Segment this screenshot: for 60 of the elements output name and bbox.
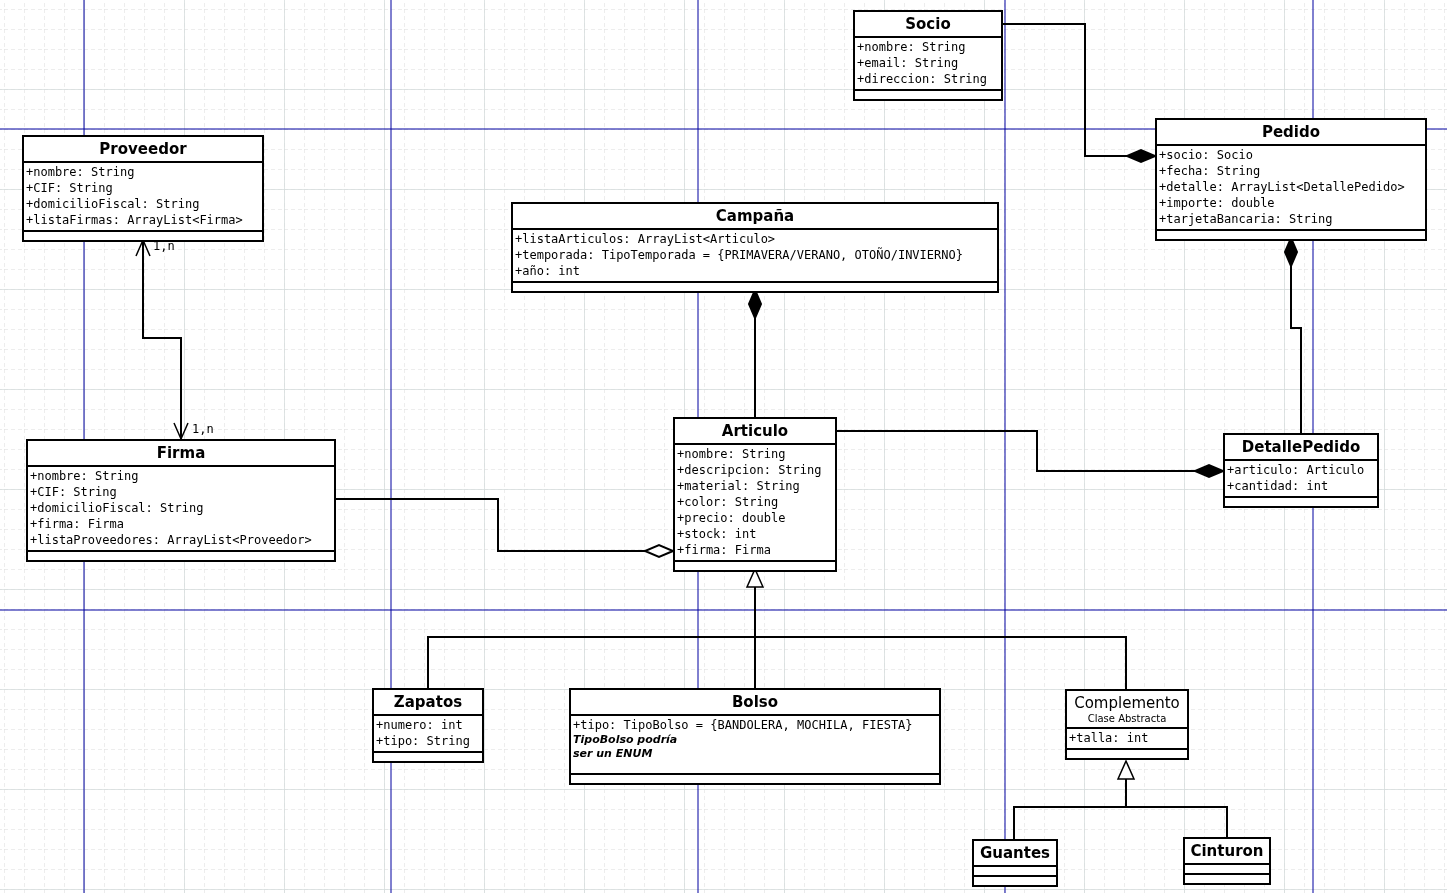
class-box[interactable]: Proveedor +nombre: String +CIF: String +domicilioFiscal: String +listaFirmas: ArrayList<Firma> — [22, 135, 264, 242]
attribute-text: +socio: Socio — [1159, 147, 1254, 163]
attribute-text: +listaArticulos: ArrayList<Articulo> — [515, 231, 777, 247]
attribute-text: +cantidad: int — [1227, 478, 1330, 494]
class-name: Bolso — [731, 692, 779, 712]
class-name: Proveedor — [99, 139, 187, 159]
attribute-text: +listaFirmas: ArrayList<Firma> — [26, 212, 244, 228]
attribute-text: +temporada: TipoTemporada = {PRIMAVERA/VERANO, OTOÑO/INVIERNO} — [515, 247, 964, 263]
class-box[interactable]: Guantes — [972, 839, 1058, 887]
class-box[interactable]: Cinturon — [1183, 837, 1271, 885]
note-text: TipoBolso podría ser un ENUM — [573, 733, 679, 761]
attribute-text: +firma: Firma — [30, 516, 125, 532]
class-name: Guantes — [979, 843, 1051, 863]
attribute-text: +año: int — [515, 263, 582, 279]
attribute-text: +talla: int — [1069, 730, 1150, 746]
class-box[interactable]: Bolso +tipo: TipoBolso = {BANDOLERA, MOCHILA, FIESTA} TipoBolso podría ser un ENUM — [569, 688, 941, 785]
class-name: Cinturon — [1190, 841, 1264, 861]
attribute-text: +numero: int — [376, 717, 464, 733]
attribute-text: +color: String — [677, 494, 780, 510]
attribute-text: +fecha: String — [1159, 163, 1262, 179]
attribute-text: +firma: Firma — [677, 542, 772, 558]
attribute-text: +articulo: Articulo — [1227, 462, 1366, 478]
attribute-text: +descripcion: String — [677, 462, 823, 478]
class-name: Pedido — [1261, 122, 1321, 142]
attribute-text: +nombre: String — [677, 446, 787, 462]
attribute-text: +importe: double — [1159, 195, 1276, 211]
class-name: Zapatos — [393, 692, 463, 712]
attribute-text: +tipo: TipoBolso = {BANDOLERA, MOCHILA, FIESTA} — [573, 717, 914, 733]
attribute-text: +listaProveedores: ArrayList<Proveedor> — [30, 532, 313, 548]
attribute-text: +precio: double — [677, 510, 787, 526]
class-name: Complemento — [1074, 693, 1180, 713]
attribute-text: +direccion: String — [857, 71, 989, 87]
class-box[interactable]: Campaña +listaArticulos: ArrayList<Articulo> +temporada: TipoTemporada = {PRIMAVERA/VERANO, OTOÑO/INVIERNO} +año: int — [511, 202, 999, 293]
attribute-text: +tarjetaBancaria: String — [1159, 211, 1334, 227]
attribute-text: +nombre: String — [30, 468, 140, 484]
class-box[interactable]: Socio +nombre: String +email: String +direccion: String — [853, 10, 1003, 101]
attribute-text: +material: String — [677, 478, 801, 494]
attribute-text: +detalle: ArrayList<DetallePedido> — [1159, 179, 1406, 195]
class-box[interactable]: Pedido +socio: Socio +fecha: String +detalle: ArrayList<DetallePedido> +importe: double +tarjetaBancaria: String — [1155, 118, 1427, 241]
attribute-text: +domicilioFiscal: String — [30, 500, 205, 516]
class-name: Socio — [905, 14, 951, 34]
attribute-text: +nombre: String — [857, 39, 967, 55]
multiplicity-label: 1,n — [192, 422, 214, 436]
class-box[interactable]: Complemento Clase Abstracta +talla: int — [1065, 689, 1189, 760]
class-name: Articulo — [721, 421, 789, 441]
class-box[interactable]: Firma +nombre: String +CIF: String +domicilioFiscal: String +firma: Firma +listaProveedores: ArrayList<Proveedor> — [26, 439, 336, 562]
class-box[interactable]: Zapatos +numero: int +tipo: String — [372, 688, 484, 763]
attribute-text: +email: String — [857, 55, 960, 71]
class-name: Campaña — [715, 206, 795, 226]
stereotype-text: Clase Abstracta — [1087, 713, 1167, 725]
attribute-text: +CIF: String — [30, 484, 118, 500]
class-name: Firma — [156, 443, 206, 463]
attribute-text: +stock: int — [677, 526, 758, 542]
class-box[interactable]: Articulo +nombre: String +descripcion: String +material: String +color: String +precio: double +stock: int +firma: Firma — [673, 417, 837, 572]
attribute-text: +CIF: String — [26, 180, 114, 196]
class-box[interactable]: DetallePedido +articulo: Articulo +cantidad: int — [1223, 433, 1379, 508]
attribute-text: +nombre: String — [26, 164, 136, 180]
attribute-text: +domicilioFiscal: String — [26, 196, 201, 212]
attribute-text: +tipo: String — [376, 733, 471, 749]
class-name: DetallePedido — [1241, 437, 1361, 457]
